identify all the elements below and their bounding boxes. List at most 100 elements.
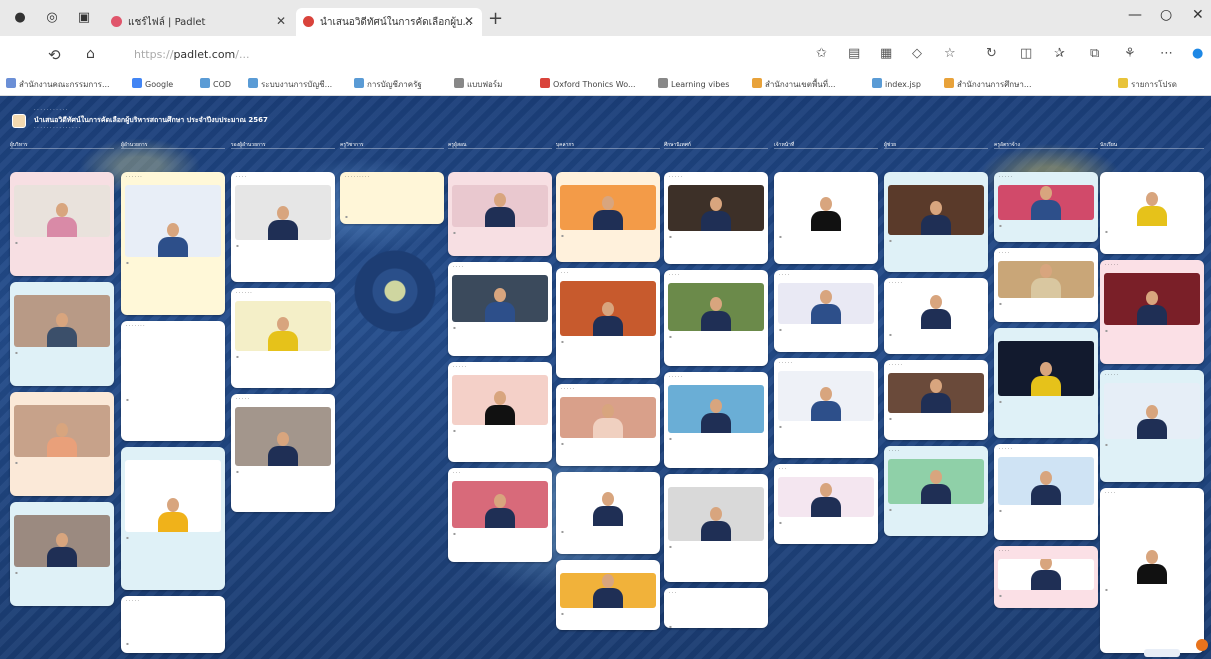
post-card[interactable]: · · · · ▪ [231, 172, 335, 282]
post-card[interactable]: · · · · ▪ [884, 446, 988, 536]
post-card[interactable]: · · · · · ▪ [121, 596, 225, 653]
close-tab-icon[interactable]: ✕ [464, 14, 474, 28]
favorite-icon[interactable]: ☆ [944, 46, 956, 61]
post-card[interactable]: ▪ [448, 172, 552, 256]
post-card[interactable]: · · · · ▪ [1100, 488, 1204, 653]
comment-icon[interactable]: ▪ [664, 621, 768, 628]
star-icon[interactable]: ✩ [816, 46, 827, 61]
post-card[interactable]: · · · · ▪ [994, 546, 1098, 608]
post-card[interactable]: · · · ▪ [448, 468, 552, 562]
post-card[interactable]: · · · · · · · ▪ [121, 321, 225, 441]
comment-icon[interactable]: ▪ [774, 421, 878, 432]
post-card[interactable]: · · · · · ▪ [664, 372, 768, 468]
translate-icon[interactable]: ▦ [880, 46, 892, 61]
comment-icon[interactable]: ▪ [448, 322, 552, 333]
comment-icon[interactable]: ▪ [448, 227, 552, 238]
post-card[interactable]: · · · · · ▪ [556, 384, 660, 466]
zoom-control[interactable] [1144, 649, 1180, 657]
comment-icon[interactable]: ▪ [1100, 325, 1204, 336]
post-card[interactable]: ▪ [10, 392, 114, 496]
post-card[interactable]: ▪ [556, 172, 660, 262]
comment-icon[interactable]: ▪ [556, 438, 660, 449]
add-post-button[interactable] [1196, 639, 1208, 651]
close-tab-icon[interactable]: ✕ [276, 14, 286, 28]
comment-icon[interactable]: ▪ [10, 457, 114, 468]
post-card[interactable]: ▪ [774, 172, 878, 264]
column-heading[interactable]: นักเรียน [1100, 141, 1204, 149]
bookmark-item[interactable]: แบบฟอร์ม [454, 78, 502, 91]
bookmark-item[interactable]: COD [200, 78, 231, 89]
post-card[interactable]: ▪ [664, 474, 768, 582]
comment-icon[interactable]: ▪ [664, 541, 768, 552]
comment-icon[interactable]: ▪ [556, 336, 660, 347]
favorites-bar-icon[interactable]: ✰ [1054, 46, 1065, 61]
comment-icon[interactable]: ▪ [10, 237, 114, 248]
collections-icon[interactable]: ⧉ [1090, 46, 1099, 61]
extension-icon[interactable]: ◇ [912, 46, 922, 61]
comment-icon[interactable]: ▪ [994, 396, 1098, 407]
post-card[interactable]: · · · · · ▪ [664, 172, 768, 264]
post-card[interactable]: ▪ [10, 172, 114, 276]
post-card[interactable]: ▪ [10, 502, 114, 606]
column-heading[interactable]: เจ้าหน้าที่ [774, 141, 878, 149]
column-heading[interactable]: ศึกษานิเทศก์ [664, 141, 768, 149]
bookmark-item[interactable]: สำนักงานเขตพื้นที่... [752, 78, 836, 91]
post-card[interactable]: ▪ [1100, 172, 1204, 254]
post-card[interactable]: ▪ [556, 560, 660, 630]
comment-icon[interactable]: ▪ [121, 394, 225, 405]
post-card[interactable]: · · · · · · · · · ▪ [340, 172, 444, 224]
post-card[interactable]: ▪ [994, 328, 1098, 438]
comment-icon[interactable]: ▪ [884, 413, 988, 424]
column-heading[interactable]: ครูผู้สอน [448, 141, 552, 149]
comment-icon[interactable]: ▪ [994, 590, 1098, 601]
column-heading[interactable]: ครูวิชาการ [340, 141, 444, 149]
column-heading[interactable]: ครูอัตราจ้าง [994, 141, 1098, 149]
comment-icon[interactable]: ▪ [231, 240, 335, 251]
comment-icon[interactable]: ▪ [1100, 439, 1204, 450]
refresh-icon[interactable]: ↻ [986, 46, 997, 61]
tab-padlet-share[interactable]: แชร์ไฟล์ | Padlet ✕ [104, 8, 294, 36]
minimize-icon[interactable]: — [1128, 7, 1142, 23]
profile-icon[interactable]: ● [12, 10, 28, 26]
bookmark-item[interactable]: Oxford Thonics Wo... [540, 78, 636, 89]
column-heading[interactable]: บุคลากร [556, 141, 660, 149]
tab-current-board[interactable]: นำเสนอวิดีทัศน์ในการคัดเลือกผู้บ... ✕ [296, 8, 482, 36]
post-card[interactable]: ▪ [556, 472, 660, 554]
post-card[interactable]: · · · · · ▪ [774, 358, 878, 458]
close-window-icon[interactable]: ✕ [1192, 7, 1204, 23]
bookmark-item[interactable]: สำนักงานการศึกษา... [944, 78, 1032, 91]
tab-actions-icon[interactable]: ▣ [76, 10, 92, 26]
post-card[interactable]: · · · · ▪ [448, 262, 552, 356]
post-card[interactable]: ▪ [884, 172, 988, 272]
post-card[interactable]: · · · · · · ▪ [231, 288, 335, 388]
comment-icon[interactable]: ▪ [774, 231, 878, 242]
comment-icon[interactable]: ▪ [340, 211, 444, 222]
back-arrow-icon[interactable]: ⟲ [48, 46, 61, 64]
comment-icon[interactable]: ▪ [994, 505, 1098, 516]
post-card[interactable]: ▪ [121, 447, 225, 590]
comment-icon[interactable]: ▪ [121, 638, 225, 649]
comment-icon[interactable]: ▪ [884, 504, 988, 515]
comment-icon[interactable]: ▪ [556, 608, 660, 619]
bookmark-item[interactable]: การบัญชีภาครัฐ [354, 78, 422, 91]
post-card[interactable]: · · · · · ▪ [994, 172, 1098, 242]
comment-icon[interactable]: ▪ [121, 532, 225, 543]
post-card[interactable]: · · · · ▪ [994, 248, 1098, 322]
comment-icon[interactable]: ▪ [231, 351, 335, 362]
workspaces-icon[interactable]: ◎ [44, 10, 60, 26]
comment-icon[interactable]: ▪ [994, 220, 1098, 231]
comment-icon[interactable]: ▪ [556, 230, 660, 241]
profile-extension-icon[interactable]: ⚘ [1124, 46, 1136, 61]
post-card[interactable]: · · · · · ▪ [884, 360, 988, 440]
column-heading[interactable]: ผู้บริหาร [10, 141, 114, 149]
bookmark-item[interactable]: สำนักงานคณะกรรมการ... [6, 78, 110, 91]
bookmark-item[interactable]: index.jsp [872, 78, 921, 89]
comment-icon[interactable]: ▪ [1100, 226, 1204, 237]
bookmark-item[interactable]: Learning vibes [658, 78, 729, 89]
post-card[interactable]: · · · · · ▪ [1100, 370, 1204, 482]
comment-icon[interactable]: ▪ [664, 231, 768, 242]
post-card[interactable]: · · · · ▪ [774, 270, 878, 352]
bookmark-item[interactable]: Google [132, 78, 173, 89]
bookmark-item[interactable]: ระบบงานการบัญชี... [248, 78, 332, 91]
comment-icon[interactable]: ▪ [884, 329, 988, 340]
